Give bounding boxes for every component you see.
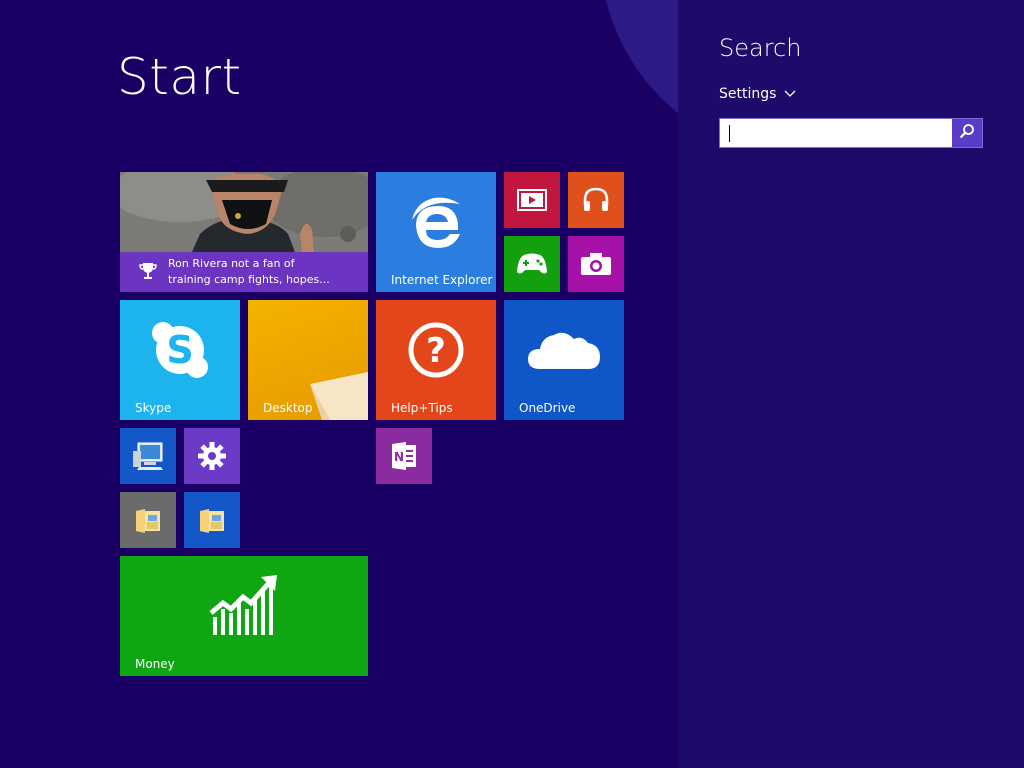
skype-icon: S <box>120 300 240 400</box>
search-scope-dropdown[interactable]: Settings <box>719 86 796 102</box>
tile-label: Internet Explorer <box>391 273 493 287</box>
tile-onedrive[interactable]: OneDrive <box>504 300 624 420</box>
tile-help-tips[interactable]: ? Help+Tips <box>376 300 496 420</box>
tile-label: Help+Tips <box>391 401 453 415</box>
tile-music[interactable] <box>568 172 624 228</box>
news-photo <box>120 172 368 252</box>
search-pane-title: Search <box>719 34 802 62</box>
background-arc <box>600 0 678 160</box>
folder-icon <box>120 492 176 548</box>
search-scope-label: Settings <box>719 86 777 102</box>
music-icon <box>568 172 624 228</box>
page-title: Start <box>117 48 242 106</box>
internet-explorer-icon <box>376 172 496 272</box>
tile-internet-explorer[interactable]: Internet Explorer <box>376 172 496 292</box>
tile-this-pc[interactable] <box>120 428 176 484</box>
tile-desktop[interactable]: Desktop <box>248 300 368 420</box>
money-icon <box>120 556 368 656</box>
video-icon <box>504 172 560 228</box>
news-headline-line2: training camp fights, hopes... <box>168 273 330 286</box>
tile-label: Money <box>135 657 175 671</box>
news-caption-bar: Ron Rivera not a fan of training camp fi… <box>120 252 368 292</box>
tile-news[interactable]: Ron Rivera not a fan of training camp fi… <box>120 172 368 292</box>
onenote-icon: N <box>376 428 432 484</box>
tile-label: Skype <box>135 401 172 415</box>
camera-icon <box>568 236 624 292</box>
chevron-down-icon <box>784 86 796 102</box>
tile-camera[interactable] <box>568 236 624 292</box>
games-icon <box>504 236 560 292</box>
trophy-icon <box>138 261 158 285</box>
tile-folder[interactable] <box>184 492 240 548</box>
gear-icon <box>184 428 240 484</box>
help-icon: ? <box>376 300 496 400</box>
computer-icon <box>120 428 176 484</box>
onedrive-icon <box>504 300 624 400</box>
search-pane: Search Settings <box>678 0 1024 768</box>
search-icon <box>959 123 975 143</box>
svg-text:S: S <box>166 328 193 372</box>
search-box <box>719 118 983 148</box>
search-button[interactable] <box>952 119 982 147</box>
tile-skype[interactable]: S Skype <box>120 300 240 420</box>
tile-label: Desktop <box>263 401 313 415</box>
tile-onenote[interactable]: N <box>376 428 432 484</box>
search-input[interactable] <box>720 119 952 147</box>
text-caret <box>729 125 730 142</box>
news-headline: Ron Rivera not a fan of training camp fi… <box>168 256 364 288</box>
tile-video[interactable] <box>504 172 560 228</box>
tile-pc-settings[interactable] <box>184 428 240 484</box>
start-screen: Start Ron Rivera not a fan of training c… <box>0 0 678 768</box>
folder-icon <box>184 492 240 548</box>
news-headline-line1: Ron Rivera not a fan of <box>168 257 295 270</box>
tile-file-explorer[interactable] <box>120 492 176 548</box>
svg-text:?: ? <box>426 331 446 371</box>
tile-label: OneDrive <box>519 401 576 415</box>
tile-games[interactable] <box>504 236 560 292</box>
tile-money[interactable]: Money <box>120 556 368 676</box>
svg-text:N: N <box>394 450 404 464</box>
